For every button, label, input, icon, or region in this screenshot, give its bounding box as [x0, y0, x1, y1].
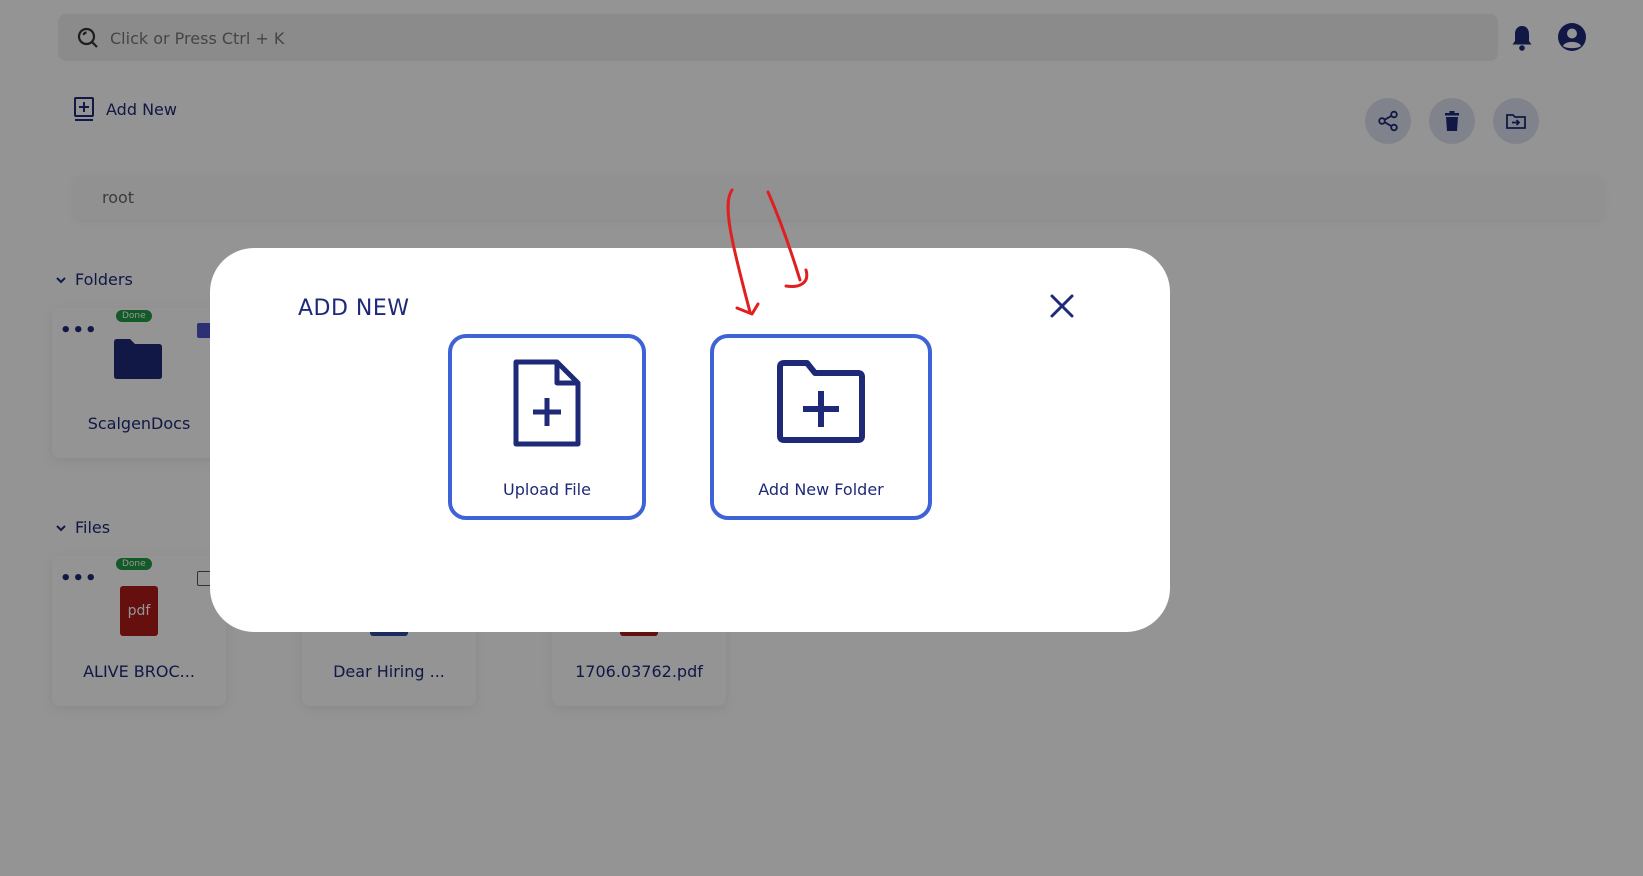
close-icon[interactable] [1048, 292, 1076, 320]
red-arrow-annotation [726, 188, 809, 316]
folder-plus-icon [777, 360, 865, 443]
add-new-folder-button[interactable]: Add New Folder [710, 334, 932, 520]
add-new-modal: ADD NEW Upload File Add New Folder [210, 248, 1170, 632]
modal-title: ADD NEW [298, 296, 410, 321]
upload-file-button[interactable]: Upload File [448, 334, 646, 520]
upload-file-label: Upload File [503, 480, 591, 499]
add-new-folder-label: Add New Folder [758, 480, 884, 499]
file-plus-icon [513, 359, 581, 447]
